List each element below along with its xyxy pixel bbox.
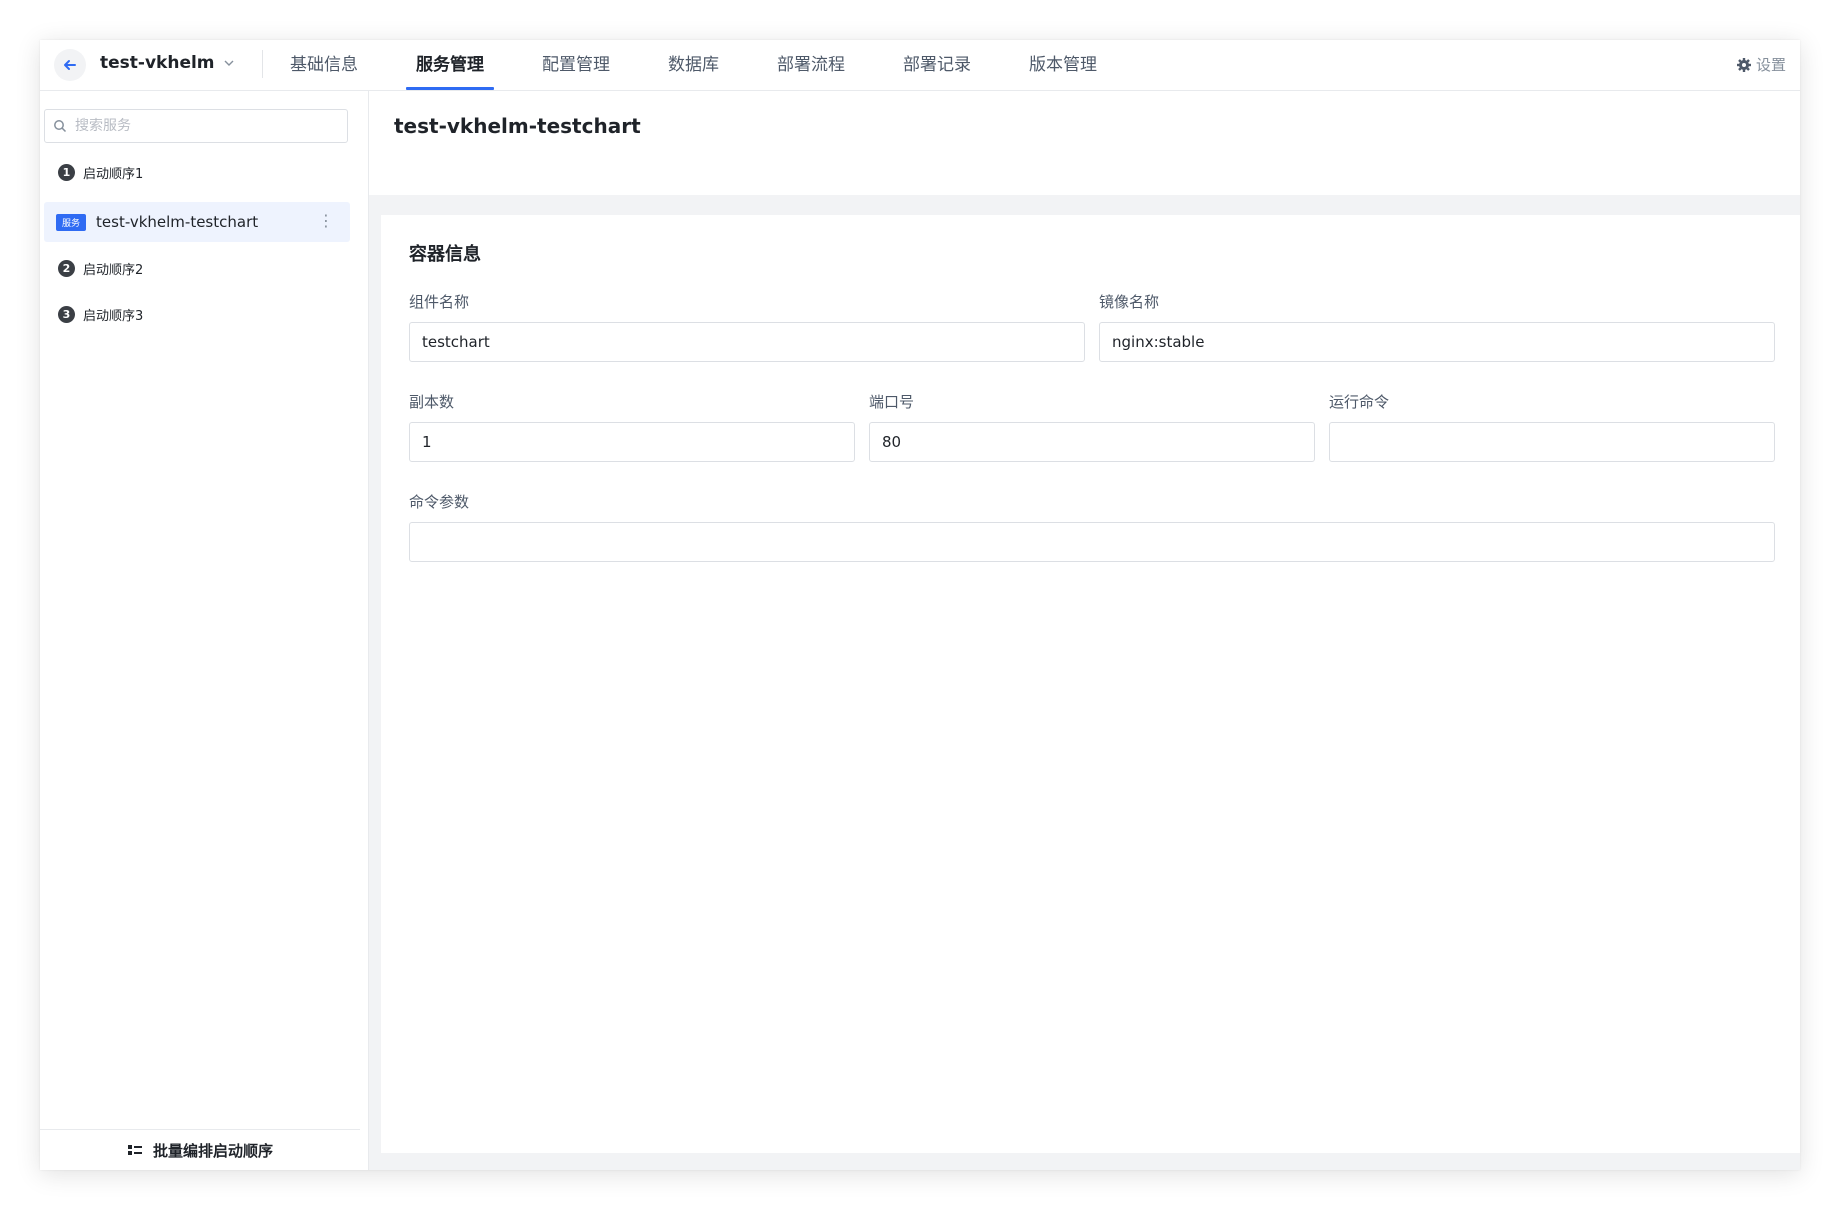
replicas-label: 副本数 xyxy=(409,393,455,411)
search-icon xyxy=(54,120,67,133)
group-label: 启动顺序2 xyxy=(83,263,144,278)
search-input[interactable] xyxy=(73,117,337,135)
command-args-label: 命令参数 xyxy=(409,493,470,511)
app-window: test-vkhelm 基础信息 服务管理 配置管理 数据库 部署流程 部署记录… xyxy=(40,40,1800,1170)
tab-database[interactable]: 数据库 xyxy=(668,40,719,90)
image-name-input[interactable] xyxy=(1099,322,1775,362)
group-label: 启动顺序3 xyxy=(83,309,144,324)
nav-tabs: 基础信息 服务管理 配置管理 数据库 部署流程 部署记录 版本管理 xyxy=(290,40,1097,90)
batch-edit-label: 批量编排启动顺序 xyxy=(152,1141,273,1160)
tab-deploy-flow[interactable]: 部署流程 xyxy=(777,40,845,90)
settings-button[interactable]: 设置 xyxy=(1736,54,1786,75)
batch-edit-start-order-button[interactable]: 批量编排启动顺序 xyxy=(40,1129,360,1170)
page-title: test-vkhelm-testchart xyxy=(394,114,641,138)
divider xyxy=(262,50,263,78)
tab-basic-info[interactable]: 基础信息 xyxy=(290,40,358,90)
group-label: 启动顺序1 xyxy=(83,167,144,182)
order-number-badge: 3 xyxy=(58,306,75,323)
component-name-input[interactable] xyxy=(409,322,1085,362)
project-selector[interactable]: test-vkhelm xyxy=(100,53,235,73)
top-bar: test-vkhelm 基础信息 服务管理 配置管理 数据库 部署流程 部署记录… xyxy=(40,40,1800,91)
arrow-left-icon xyxy=(64,60,76,70)
main-header: test-vkhelm-testchart xyxy=(369,91,1800,203)
tab-version-management[interactable]: 版本管理 xyxy=(1029,40,1097,90)
run-command-input[interactable] xyxy=(1329,422,1775,462)
tab-config-management[interactable]: 配置管理 xyxy=(542,40,610,90)
start-order-group-1: 1 启动顺序1 xyxy=(58,163,143,182)
port-label: 端口号 xyxy=(869,393,915,411)
tab-service-management[interactable]: 服务管理 xyxy=(406,40,494,90)
project-name: test-vkhelm xyxy=(100,53,215,73)
chevron-down-icon xyxy=(224,60,234,66)
tab-deploy-records[interactable]: 部署记录 xyxy=(903,40,971,90)
sidebar: 1 启动顺序1 服务 test-vkhelm-testchart ⋮ 2 启动顺… xyxy=(40,91,369,1170)
container-info-card: 容器信息 组件名称 镜像名称 副本数 端口号 运行命令 命令参数 xyxy=(381,215,1800,1153)
order-number-badge: 2 xyxy=(58,260,75,277)
gear-icon xyxy=(1736,57,1751,72)
run-command-label: 运行命令 xyxy=(1329,393,1390,411)
order-number-badge: 1 xyxy=(58,164,75,181)
section-title: 容器信息 xyxy=(409,244,481,265)
search-box xyxy=(44,109,348,143)
start-order-group-3: 3 启动顺序3 xyxy=(58,305,143,324)
service-tag: 服务 xyxy=(56,213,87,231)
component-name-label: 组件名称 xyxy=(409,293,470,311)
back-button[interactable] xyxy=(54,49,86,81)
replicas-input[interactable] xyxy=(409,422,855,462)
list-order-icon xyxy=(127,1145,142,1155)
start-order-group-2: 2 启动顺序2 xyxy=(58,259,143,278)
settings-label: 设置 xyxy=(1755,56,1786,74)
image-name-label: 镜像名称 xyxy=(1099,293,1160,311)
more-options-icon[interactable]: ⋮ xyxy=(318,212,334,230)
service-name: test-vkhelm-testchart xyxy=(96,213,259,231)
command-args-input[interactable] xyxy=(409,522,1775,562)
port-input[interactable] xyxy=(869,422,1315,462)
service-item-test-vkhelm-testchart[interactable]: 服务 test-vkhelm-testchart ⋮ xyxy=(44,202,350,242)
